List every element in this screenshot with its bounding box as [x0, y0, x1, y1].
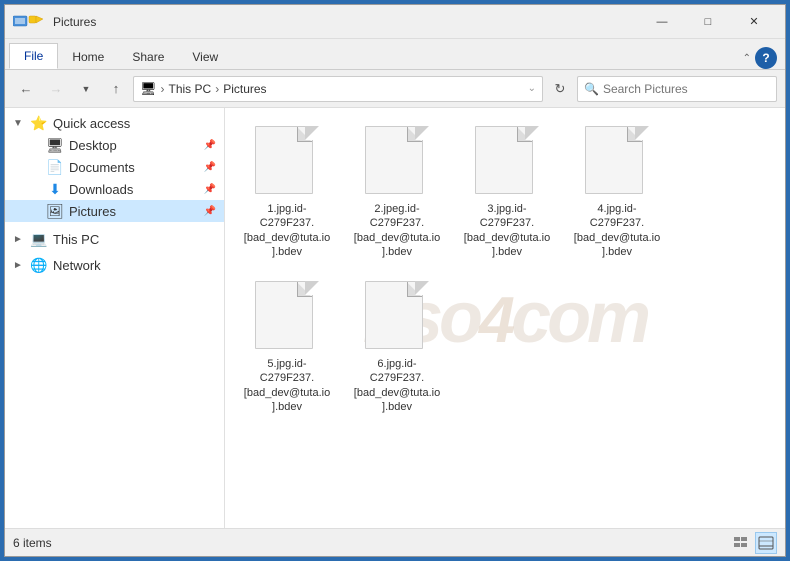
status-bar: 6 items: [5, 528, 785, 556]
sidebar-item-network[interactable]: ► 🌐 Network: [5, 254, 224, 276]
view-controls: [731, 532, 777, 554]
file-corner-1: [305, 126, 319, 140]
list-view-button[interactable]: [731, 532, 753, 554]
sidebar-quick-access[interactable]: ▼ ⭐ Quick access: [5, 112, 224, 134]
quick-access-expand-icon: ▼: [13, 118, 29, 129]
up-dropdown-button[interactable]: ▼: [73, 76, 99, 102]
file-corner-4: [635, 126, 649, 140]
window-title: Pictures: [53, 15, 639, 29]
sidebar-desktop-label: Desktop: [69, 138, 200, 153]
status-count: 6 items: [13, 536, 52, 550]
sidebar: ▼ ⭐ Quick access 🖥 Desktop 📌 📄 Documents…: [5, 108, 225, 528]
title-bar-icon-group: [13, 15, 45, 29]
network-expand-icon: ►: [13, 260, 29, 271]
file-name-6: 6.jpg.id-C279F237.[bad_dev@tuta.io].bdev: [353, 357, 441, 414]
this-pc-expand-icon: ►: [13, 234, 29, 245]
title-bar: Pictures — □ ✕: [5, 5, 785, 39]
documents-pin-icon: 📌: [204, 162, 216, 173]
address-bar: ← → ▼ ↑ 🖥 › This PC › Pictures ⌄ ↻ 🔍: [5, 70, 785, 108]
file-icon-4: [585, 126, 649, 198]
close-button[interactable]: ✕: [731, 7, 777, 37]
file-item-1[interactable]: 1.jpg.id-C279F237.[bad_dev@tuta.io].bdev: [237, 120, 337, 265]
large-icon-view-icon: [758, 536, 774, 550]
sidebar-item-documents[interactable]: 📄 Documents 📌: [5, 156, 224, 178]
path-dropdown-icon[interactable]: ⌄: [528, 83, 536, 94]
main-area: ▼ ⭐ Quick access 🖥 Desktop 📌 📄 Documents…: [5, 108, 785, 528]
sidebar-item-downloads[interactable]: ⬇ Downloads 📌: [5, 178, 224, 200]
file-item-5[interactable]: 5.jpg.id-C279F237.[bad_dev@tuta.io].bdev: [237, 275, 337, 420]
path-separator-2: ›: [215, 82, 219, 96]
large-icon-view-button[interactable]: [755, 532, 777, 554]
search-box[interactable]: 🔍: [577, 76, 777, 102]
sidebar-downloads-label: Downloads: [69, 182, 200, 197]
title-bar-icons: [13, 15, 45, 29]
files-grid: 1.jpg.id-C279F237.[bad_dev@tuta.io].bdev…: [233, 116, 777, 424]
file-item-3[interactable]: 3.jpg.id-C279F237.[bad_dev@tuta.io].bdev: [457, 120, 557, 265]
sidebar-item-this-pc[interactable]: ► 💻 This PC: [5, 228, 224, 250]
address-path[interactable]: 🖥 › This PC › Pictures ⌄: [133, 76, 543, 102]
downloads-icon: ⬇: [45, 181, 65, 197]
file-corner-2: [415, 126, 429, 140]
sidebar-this-pc-label: This PC: [53, 232, 216, 247]
documents-icon: 📄: [45, 159, 65, 175]
list-view-icon: [734, 536, 750, 550]
quick-access-icon: ⭐: [29, 115, 49, 131]
explorer-window: Pictures — □ ✕ File Home Share View ⌃ ? …: [4, 4, 786, 557]
file-corner-3: [525, 126, 539, 140]
tab-share[interactable]: Share: [118, 45, 178, 69]
file-item-4[interactable]: 4.jpg.id-C279F237.[bad_dev@tuta.io].bdev: [567, 120, 667, 265]
pictures-pin-icon: 📌: [204, 206, 216, 217]
back-button[interactable]: ←: [13, 76, 39, 102]
help-button[interactable]: ?: [755, 47, 777, 69]
file-item-2[interactable]: 2.jpeg.id-C279F237.[bad_dev@tuta.io].bde…: [347, 120, 447, 265]
sidebar-documents-label: Documents: [69, 160, 200, 175]
file-corner-6: [415, 281, 429, 295]
ribbon-extra: ⌃ ?: [743, 47, 781, 69]
refresh-button[interactable]: ↻: [547, 76, 573, 102]
search-icon: 🔍: [584, 82, 599, 96]
quick-access-label: Quick access: [53, 116, 216, 131]
sidebar-item-desktop[interactable]: 🖥 Desktop 📌: [5, 134, 224, 156]
path-pictures[interactable]: Pictures: [223, 82, 266, 96]
window-controls: — □ ✕: [639, 7, 777, 37]
ribbon: File Home Share View ⌃ ?: [5, 39, 785, 70]
file-item-6[interactable]: 6.jpg.id-C279F237.[bad_dev@tuta.io].bdev: [347, 275, 447, 420]
up-button[interactable]: ↑: [103, 76, 129, 102]
path-separator-1: ›: [161, 82, 165, 96]
file-icon-1: [255, 126, 319, 198]
minimize-button[interactable]: —: [639, 7, 685, 37]
file-name-4: 4.jpg.id-C279F237.[bad_dev@tuta.io].bdev: [573, 202, 661, 259]
downloads-pin-icon: 📌: [204, 184, 216, 195]
sidebar-item-pictures[interactable]: 🖼 Pictures 📌: [5, 200, 224, 222]
network-icon: 🌐: [29, 257, 49, 273]
file-icon-6: [365, 281, 429, 353]
sidebar-network-label: Network: [53, 258, 216, 273]
ribbon-chevron-icon[interactable]: ⌃: [743, 53, 751, 64]
desktop-pin-icon: 📌: [204, 140, 216, 151]
file-name-2: 2.jpeg.id-C279F237.[bad_dev@tuta.io].bde…: [353, 202, 441, 259]
file-name-3: 3.jpg.id-C279F237.[bad_dev@tuta.io].bdev: [463, 202, 551, 259]
forward-button[interactable]: →: [43, 76, 69, 102]
content-area: riso4com 1.jpg.id-C279F237.[bad_dev@tuta…: [225, 108, 785, 528]
tab-home[interactable]: Home: [58, 45, 118, 69]
sidebar-pictures-label: Pictures: [69, 204, 200, 219]
search-input[interactable]: [603, 82, 770, 96]
pictures-icon: 🖼: [45, 203, 65, 219]
file-icon-5: [255, 281, 319, 353]
tab-file[interactable]: File: [9, 43, 58, 69]
tab-view[interactable]: View: [178, 45, 232, 69]
file-name-5: 5.jpg.id-C279F237.[bad_dev@tuta.io].bdev: [243, 357, 331, 414]
path-this-pc[interactable]: This PC: [169, 82, 212, 96]
path-icon: 🖥: [140, 81, 157, 97]
maximize-button[interactable]: □: [685, 7, 731, 37]
file-name-1: 1.jpg.id-C279F237.[bad_dev@tuta.io].bdev: [243, 202, 331, 259]
file-icon-3: [475, 126, 539, 198]
this-pc-icon: 💻: [29, 231, 49, 247]
file-corner-5: [305, 281, 319, 295]
ribbon-tabs: File Home Share View ⌃ ?: [5, 39, 785, 69]
desktop-icon: 🖥: [45, 137, 65, 153]
file-icon-2: [365, 126, 429, 198]
